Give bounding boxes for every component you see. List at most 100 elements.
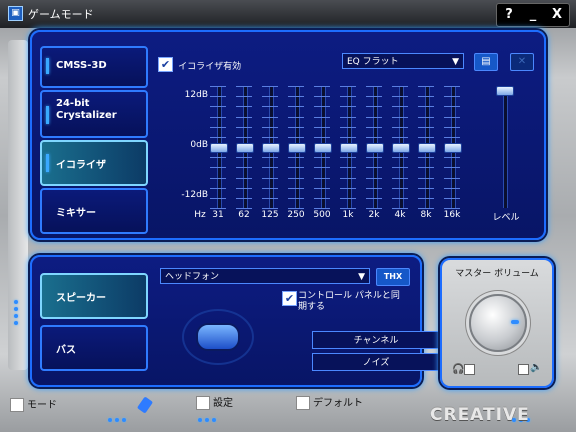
slider-tick: [418, 127, 434, 128]
slider-tick: [288, 86, 304, 87]
slider-tick: [262, 208, 278, 209]
slider-tick: [340, 86, 356, 87]
slider-tick: [444, 188, 460, 189]
noise-button[interactable]: ノイズ: [312, 353, 440, 371]
eq-slider-knob[interactable]: [418, 143, 436, 153]
slider-tick: [392, 117, 408, 118]
slider-tick: [288, 157, 304, 158]
sync-label: コントロール パネルと同期する: [298, 291, 400, 312]
slider-track: [503, 86, 508, 208]
slider-tick: [210, 208, 226, 209]
title-bar[interactable]: ▣ ゲームモード ? _ X: [0, 0, 576, 28]
close-button[interactable]: X: [545, 4, 569, 26]
eq-preset-value: EQ フラット: [347, 57, 399, 67]
slider-tick: [444, 137, 460, 138]
slider-tick: [314, 167, 330, 168]
channel-button[interactable]: チャンネル: [312, 331, 440, 349]
thx-button[interactable]: THX: [376, 268, 410, 286]
level-slider-knob[interactable]: [496, 86, 514, 96]
eq-slider-31[interactable]: [208, 86, 228, 209]
mode-button[interactable]: モード: [10, 396, 57, 416]
slider-tick: [210, 178, 226, 179]
mixer-panel: スピーカー バス ヘッドフォン ▼ THX ✔ コントロール パネルと同期する …: [30, 255, 440, 387]
headphone-mute-checkbox[interactable]: [464, 364, 475, 375]
eq-slider-knob[interactable]: [366, 143, 384, 153]
eq-slider-2k[interactable]: [364, 86, 384, 209]
tab-mixer[interactable]: ミキサー: [40, 188, 148, 234]
slider-tick: [210, 86, 226, 87]
bottom-dots-mid: [108, 418, 126, 422]
tab-label: スピーカー: [56, 293, 106, 304]
eq-slider-250[interactable]: [286, 86, 306, 209]
slider-tick: [314, 198, 330, 199]
tab-cmss-3d[interactable]: CMSS-3D: [40, 46, 148, 88]
sync-checkbox[interactable]: ✔: [282, 291, 297, 306]
tab-speaker[interactable]: スピーカー: [40, 273, 148, 319]
slider-tick: [236, 96, 252, 97]
tab-crystalizer[interactable]: 24-bit Crystalizer: [40, 90, 148, 138]
slider-tick: [418, 96, 434, 97]
tab-bass[interactable]: バス: [40, 325, 148, 371]
eq-slider-knob[interactable]: [262, 143, 280, 153]
master-volume-knob[interactable]: [469, 294, 527, 352]
minimize-button[interactable]: _: [521, 4, 545, 26]
eq-slider-knob[interactable]: [314, 143, 332, 153]
eq-slider-knob[interactable]: [236, 143, 254, 153]
speaker-output-value: ヘッドフォン: [165, 272, 220, 282]
slider-tick: [444, 198, 460, 199]
speaker-output-dropdown[interactable]: ヘッドフォン ▼: [160, 268, 370, 284]
eq-enable-toggle[interactable]: ✔ イコライザ有効: [158, 54, 241, 73]
left-decoration: [8, 40, 28, 370]
tab-equalizer[interactable]: イコライザ: [40, 140, 148, 186]
eq-slider-4k[interactable]: [390, 86, 410, 209]
chevron-down-icon: ▼: [452, 57, 459, 67]
slider-tick: [314, 178, 330, 179]
window-title: ゲームモード: [28, 8, 94, 21]
master-volume-panel: マスター ボリューム 🎧 🔈: [440, 258, 554, 388]
eq-slider-knob[interactable]: [444, 143, 462, 153]
eq-enable-checkbox[interactable]: ✔: [158, 57, 173, 72]
eq-slider-knob[interactable]: [210, 143, 228, 153]
default-button[interactable]: デフォルト: [296, 394, 363, 414]
eq-slider-8k[interactable]: [416, 86, 436, 209]
eq-preset-dropdown[interactable]: EQ フラット ▼: [342, 53, 464, 69]
slider-tick: [340, 198, 356, 199]
slider-tick: [314, 137, 330, 138]
default-icon: [296, 396, 310, 410]
eq-slider-16k[interactable]: [442, 86, 462, 209]
window-controls: ? _ X: [496, 3, 570, 27]
delete-preset-button[interactable]: ✕: [510, 53, 534, 71]
slider-tick: [236, 127, 252, 128]
freq-label-4k: 4k: [394, 210, 406, 220]
slider-tick: [340, 96, 356, 97]
speaker-mute-checkbox[interactable]: [518, 364, 529, 375]
eq-slider-125[interactable]: [260, 86, 280, 209]
help-button[interactable]: ?: [497, 4, 521, 26]
eq-slider-62[interactable]: [234, 86, 254, 209]
freq-label-2k: 2k: [368, 210, 380, 220]
slider-tick: [262, 167, 278, 168]
level-slider[interactable]: [494, 86, 514, 208]
eq-slider-knob[interactable]: [288, 143, 306, 153]
slider-tick: [210, 198, 226, 199]
chevron-down-icon: ▼: [358, 272, 365, 282]
slider-tick: [236, 208, 252, 209]
freq-label-31: 31: [212, 210, 224, 220]
eq-slider-knob[interactable]: [392, 143, 410, 153]
slider-tick: [262, 86, 278, 87]
settings-button[interactable]: 設定: [196, 394, 233, 414]
save-preset-button[interactable]: ▤: [474, 53, 498, 71]
slider-tick: [418, 167, 434, 168]
slider-tick: [418, 188, 434, 189]
slider-tick: [210, 157, 226, 158]
slider-tick: [210, 106, 226, 107]
pen-icon[interactable]: [136, 396, 154, 414]
slider-tick: [444, 86, 460, 87]
knob-indicator: [511, 320, 519, 324]
slider-tick: [210, 117, 226, 118]
eq-slider-500[interactable]: [312, 86, 332, 209]
slider-tick: [392, 106, 408, 107]
slider-tick: [418, 137, 434, 138]
eq-slider-knob[interactable]: [340, 143, 358, 153]
eq-slider-1k[interactable]: [338, 86, 358, 209]
